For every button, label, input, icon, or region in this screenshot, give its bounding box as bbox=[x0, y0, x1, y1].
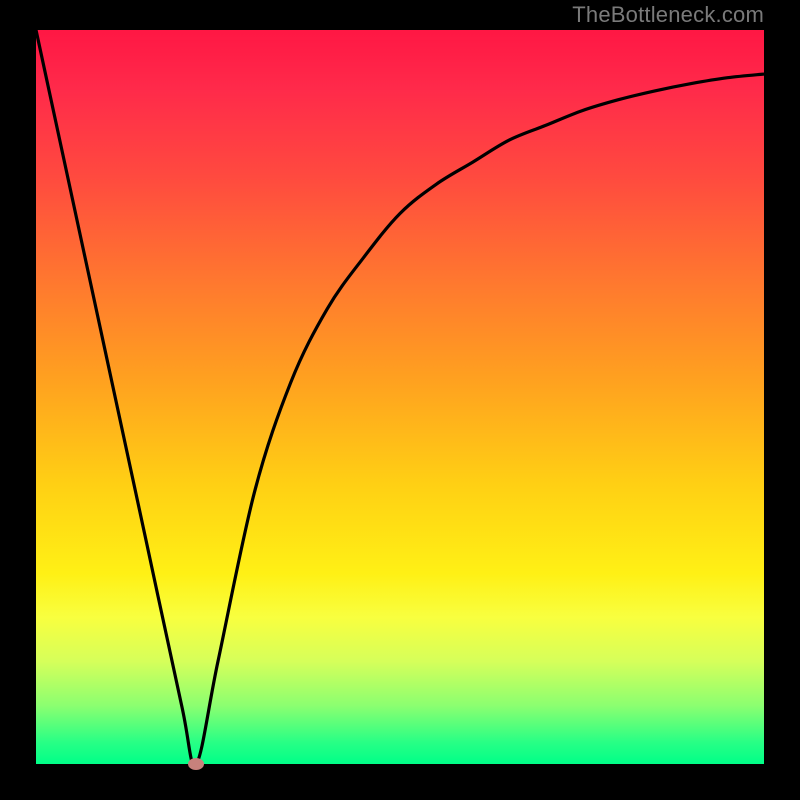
chart-frame: TheBottleneck.com bbox=[0, 0, 800, 800]
plot-area bbox=[36, 30, 764, 764]
watermark-text: TheBottleneck.com bbox=[572, 2, 764, 28]
bottleneck-curve bbox=[36, 30, 764, 764]
optimal-point-marker bbox=[188, 758, 204, 770]
